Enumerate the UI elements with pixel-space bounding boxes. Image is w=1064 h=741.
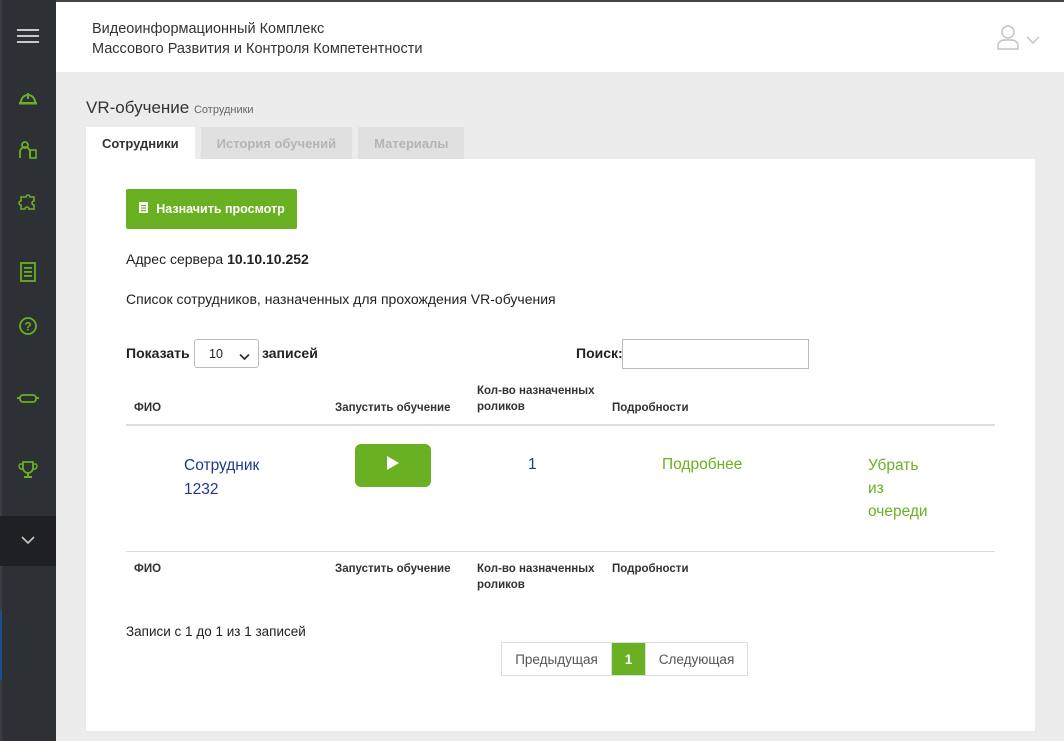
svg-text:?: ? [24, 320, 31, 334]
column-header-details[interactable]: Подробности [612, 400, 689, 416]
page-size-value: 10 [209, 346, 223, 361]
column-header-count[interactable]: Кол-во назначенных роликов [477, 383, 597, 415]
assign-viewing-button[interactable]: Назначить просмотр [126, 189, 297, 229]
app-header: Видеоинформационный Комплекс Массового Р… [56, 0, 1064, 72]
pagination: Предыдущая 1 Следующая [501, 642, 748, 676]
search-label: Поиск: [576, 345, 623, 361]
list-caption: Список сотрудников, назначенных для прох… [126, 291, 556, 307]
footer-column-start: Запустить обучение [335, 563, 451, 575]
next-page-button[interactable]: Следующая [645, 643, 747, 675]
column-header-start[interactable]: Запустить обучение [335, 400, 451, 416]
sidebar: ? [0, 0, 56, 741]
show-label: Показать [126, 345, 190, 361]
app-title-line-2: Массового Развития и Контроля Компетентн… [92, 41, 423, 57]
document-icon [138, 201, 150, 217]
records-info: Записи с 1 до 1 из 1 записей [126, 624, 306, 639]
employee-name-link[interactable]: Сотрудник 1232 [184, 454, 284, 502]
server-address-value: 10.10.10.252 [227, 251, 309, 267]
page-title: VR-обучение Сотрудники [86, 98, 254, 118]
table-footer-divider [126, 551, 995, 552]
sidebar-accent-bar [0, 610, 2, 680]
tab-bar: Сотрудники История обучений Материалы [86, 127, 465, 159]
remove-from-queue-link[interactable]: Убрать из очереди [868, 454, 938, 523]
footer-column-details: Подробности [612, 563, 689, 575]
table-header-divider [126, 424, 995, 426]
chevron-down-icon [239, 350, 250, 364]
user-menu[interactable] [996, 24, 1040, 55]
server-address-label: Адрес сервера [126, 251, 224, 267]
chevron-down-icon [1026, 31, 1040, 49]
user-icon [996, 24, 1020, 55]
sidebar-collapse-button[interactable] [0, 516, 56, 566]
page-1-button[interactable]: 1 [612, 643, 645, 675]
search-input[interactable] [622, 339, 809, 369]
menu-icon[interactable] [0, 16, 56, 56]
assigned-videos-count: 1 [528, 456, 537, 473]
app-title: Видеоинформационный Комплекс Массового Р… [92, 19, 422, 59]
page-subtitle: Сотрудники [193, 104, 254, 116]
start-training-button[interactable] [355, 444, 431, 487]
previous-page-button[interactable]: Предыдущая [502, 643, 612, 675]
chevron-down-icon [20, 532, 36, 550]
server-address: Адрес сервера 10.10.10.252 [126, 251, 309, 267]
vr-headset-icon[interactable] [0, 378, 56, 418]
app-title-line-1: Видеоинформационный Комплекс [92, 21, 325, 37]
helmet-icon[interactable] [0, 78, 56, 118]
page-title-text: VR-обучение [86, 98, 190, 117]
checklist-icon[interactable] [0, 252, 56, 292]
footer-column-name: ФИО [134, 563, 162, 575]
tab-materials[interactable]: Материалы [358, 127, 465, 159]
tab-training-history[interactable]: История обучений [200, 127, 353, 159]
content-panel: Назначить просмотр Адрес сервера 10.10.1… [86, 159, 1035, 731]
footer-column-count: Кол-во назначенных роликов [477, 563, 595, 591]
page-size-select[interactable]: 10 [194, 339, 259, 368]
column-header-name[interactable]: ФИО [134, 400, 161, 416]
records-label: записей [262, 345, 318, 361]
tab-employees[interactable]: Сотрудники [86, 127, 195, 159]
play-icon [386, 455, 400, 476]
details-link[interactable]: Подробнее [662, 456, 742, 474]
assign-viewing-label: Назначить просмотр [156, 202, 285, 216]
help-icon[interactable]: ? [0, 306, 56, 346]
puzzle-icon[interactable] [0, 182, 56, 222]
worker-icon[interactable] [0, 130, 56, 170]
trophy-icon[interactable] [0, 450, 56, 490]
